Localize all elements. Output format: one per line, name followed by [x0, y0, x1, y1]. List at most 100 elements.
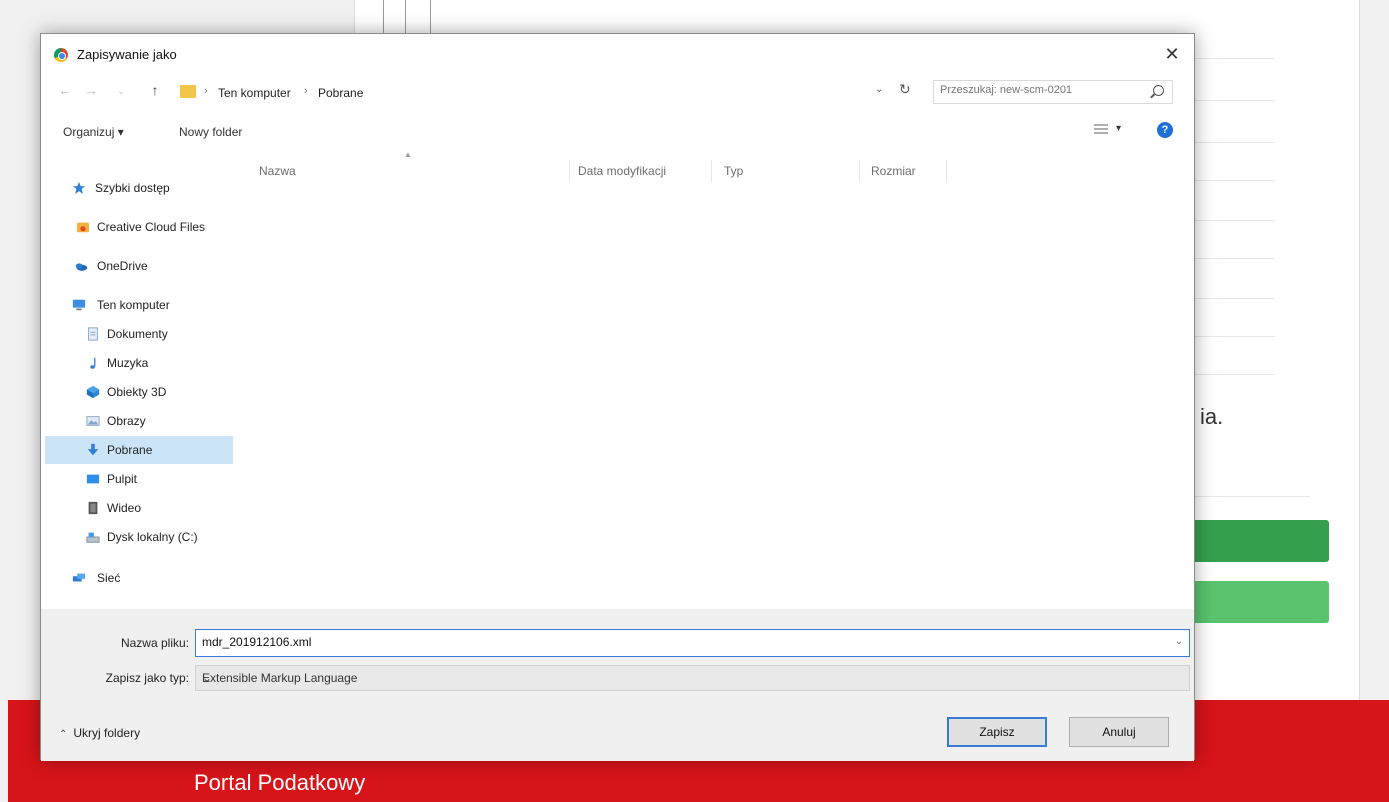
filename-field[interactable]: ⌄ [195, 629, 1190, 657]
sidebar-item-label: Szybki dostęp [95, 181, 170, 195]
column-header-date[interactable]: Data modyfikacji [578, 164, 666, 178]
background-green-button[interactable] [1195, 520, 1329, 562]
sidebar-item-creative-cloud[interactable]: Creative Cloud Files [45, 213, 233, 241]
onedrive-icon [75, 263, 88, 271]
column-separator[interactable] [569, 160, 570, 182]
sidebar-item-documents[interactable]: Dokumenty [45, 320, 233, 348]
filetype-select[interactable]: Extensible Markup Language ⌄ [195, 665, 1190, 691]
recent-locations-icon[interactable]: ⌄ [111, 86, 131, 97]
sidebar-item-label: Pobrane [107, 443, 153, 457]
sidebar-item-label: Dysk lokalny (C:) [107, 530, 198, 544]
sidebar-item-label: Ten komputer [97, 298, 170, 312]
column-header-size[interactable]: Rozmiar [871, 164, 916, 178]
close-button[interactable]: ✕ [1160, 42, 1184, 66]
music-icon [90, 357, 96, 369]
background-snippet-text: ia. [1200, 404, 1224, 429]
search-input[interactable] [940, 84, 1140, 96]
column-header-name[interactable]: Nazwa [259, 164, 296, 178]
search-box[interactable] [933, 80, 1173, 104]
sidebar-item-label: Obiekty 3D [107, 385, 167, 399]
folder-icon [180, 85, 196, 98]
chrome-icon [54, 48, 68, 62]
background-rule [1195, 142, 1275, 143]
sidebar-item-label: Pulpit [107, 472, 138, 486]
save-as-dialog: Zapisywanie jako ✕ ← → ⌄ ↑ › Ten kompute… [40, 33, 1195, 761]
filename-input[interactable] [202, 635, 1162, 649]
background-rule [1195, 336, 1275, 337]
chevron-up-icon: ⌃ [59, 729, 68, 740]
download-icon [87, 443, 99, 456]
command-bar: Organizuj ▾ Nowy folder ▾ ? [41, 118, 1194, 146]
column-separator[interactable] [711, 160, 712, 182]
sidebar-item-network[interactable]: Sieć [45, 564, 233, 592]
address-dropdown-icon[interactable]: ⌄ [875, 84, 883, 95]
chevron-down-icon[interactable]: ⌄ [1175, 636, 1183, 647]
forward-arrow-icon[interactable]: → [81, 82, 101, 98]
organize-button[interactable]: Organizuj ▾ [63, 125, 124, 139]
background-rule [1195, 220, 1275, 221]
sidebar-item-onedrive[interactable]: OneDrive [45, 252, 233, 280]
sidebar-item-music[interactable]: Muzyka [45, 349, 233, 377]
column-separator[interactable] [859, 160, 860, 182]
pictures-icon [86, 416, 100, 426]
sidebar-item-label: OneDrive [97, 259, 148, 273]
sidebar-item-label: Creative Cloud Files [97, 220, 206, 234]
documents-icon [88, 327, 98, 341]
sidebar-item-pictures[interactable]: Obrazy [45, 407, 233, 435]
cancel-button[interactable]: Anuluj [1069, 717, 1169, 747]
chevron-down-icon[interactable]: ⌄ [202, 671, 1183, 685]
view-options-icon[interactable] [1094, 124, 1108, 136]
background-rule [1195, 298, 1275, 299]
filetype-label: Zapisz jako typ: [105, 671, 189, 685]
sidebar-item-quick-access[interactable]: Szybki dostęp [45, 174, 233, 202]
sort-caret-icon: ▲ [404, 150, 412, 159]
drive-icon [86, 532, 100, 543]
navigation-pane: Szybki dostęp Creative Cloud Files OneDr… [41, 154, 233, 604]
sidebar-item-label: Obrazy [107, 414, 146, 428]
sidebar-item-label: Sieć [97, 571, 121, 585]
new-folder-button[interactable]: Nowy folder [179, 125, 242, 139]
chevron-right-icon[interactable]: › [304, 85, 308, 97]
sidebar-item-label: Dokumenty [107, 327, 168, 341]
save-button[interactable]: Zapisz [947, 717, 1047, 747]
sidebar-item-3d-objects[interactable]: Obiekty 3D [45, 378, 233, 406]
computer-icon [72, 299, 86, 311]
sidebar-item-label: Wideo [107, 501, 142, 515]
address-bar[interactable]: › Ten komputer › Pobrane [179, 80, 924, 104]
column-header-type[interactable]: Typ [724, 164, 743, 178]
back-arrow-icon[interactable]: ← [55, 82, 75, 98]
portal-brand-name: Portal Podatkowy [194, 770, 366, 795]
sidebar-item-this-pc[interactable]: Ten komputer [45, 291, 233, 319]
dialog-titlebar[interactable]: Zapisywanie jako ✕ [41, 34, 1194, 74]
sidebar-item-label: Muzyka [107, 356, 149, 370]
background-rule [1195, 180, 1275, 181]
3d-objects-icon [86, 385, 100, 399]
search-icon[interactable] [1153, 85, 1164, 96]
background-rule [1195, 374, 1275, 375]
dialog-footer: Nazwa pliku: ⌄ Zapisz jako typ: Extensib… [41, 609, 1194, 761]
creative-cloud-icon [76, 222, 90, 233]
background-rule [1195, 496, 1310, 497]
background-rule [1195, 258, 1275, 259]
hide-folders-label: Ukryj foldery [73, 726, 141, 740]
background-green-button[interactable] [1195, 581, 1329, 623]
sidebar-item-desktop[interactable]: Pulpit [45, 465, 233, 493]
breadcrumb-this-pc[interactable]: Ten komputer [218, 86, 291, 100]
video-icon [88, 501, 98, 515]
refresh-icon[interactable]: ↻ [899, 81, 911, 98]
help-icon[interactable]: ? [1157, 122, 1173, 138]
column-separator[interactable] [946, 160, 947, 182]
filename-label: Nazwa pliku: [120, 636, 189, 650]
sidebar-item-local-disk[interactable]: Dysk lokalny (C:) [45, 523, 233, 551]
view-dropdown-icon[interactable]: ▾ [1116, 123, 1121, 134]
sidebar-item-downloads[interactable]: Pobrane [45, 436, 233, 464]
chevron-right-icon[interactable]: › [204, 85, 208, 97]
network-icon [72, 573, 86, 582]
sidebar-item-video[interactable]: Wideo [45, 494, 233, 522]
desktop-icon [86, 474, 100, 484]
hide-folders-button[interactable]: ⌃ Ukryj foldery [59, 726, 140, 740]
address-row: ← → ⌄ ↑ › Ten komputer › Pobrane ⌄ ↻ [41, 78, 1194, 106]
background-rule [1195, 100, 1275, 101]
up-arrow-icon[interactable]: ↑ [145, 82, 165, 98]
breadcrumb-downloads[interactable]: Pobrane [318, 86, 363, 100]
